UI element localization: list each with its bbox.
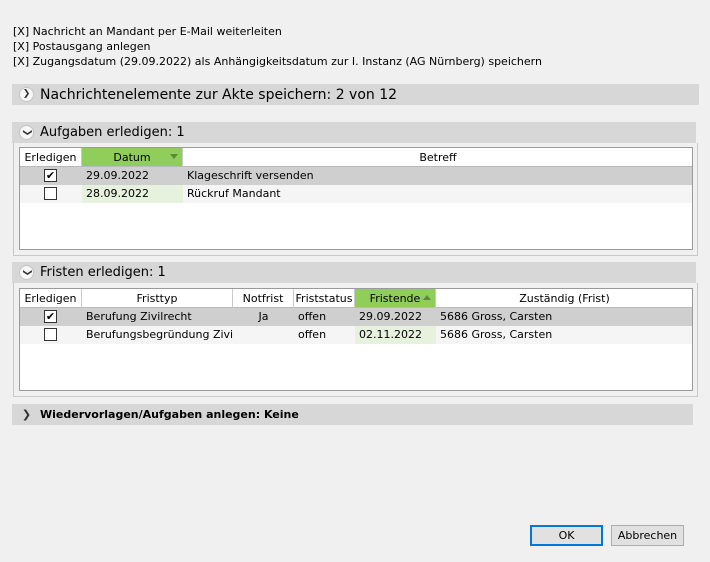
- info-line-postausgang: [X] Postausgang anlegen: [13, 40, 151, 53]
- chevron-right-icon[interactable]: ❯: [19, 407, 34, 422]
- datum-cell: 28.09.2022: [82, 185, 183, 203]
- table-row[interactable]: Berufungsbegründung Zivil... offen 02.11…: [20, 326, 692, 344]
- aufgaben-grid[interactable]: Erledigen Datum Betreff ✔ 29.09.2022 Kla…: [19, 147, 693, 250]
- aufgaben-panel: Erledigen Datum Betreff ✔ 29.09.2022 Kla…: [13, 143, 698, 256]
- erledigen-checkbox[interactable]: [44, 187, 57, 200]
- erledigen-checkbox[interactable]: ✔: [44, 310, 57, 323]
- checkmark-icon: ✔: [45, 169, 56, 182]
- erledigen-checkbox[interactable]: ✔: [44, 169, 57, 182]
- col-header-zustaendig[interactable]: Zuständig (Frist): [436, 289, 692, 308]
- col-header-fristende-label: Fristende: [369, 291, 421, 305]
- col-header-fristtyp[interactable]: Fristtyp: [82, 289, 233, 308]
- table-row[interactable]: ✔ Berufung Zivilrecht Ja offen 29.09.202…: [20, 308, 692, 326]
- section-wiedervorlagen-title: Wiedervorlagen/Aufgaben anlegen: Keine: [40, 408, 299, 421]
- fristende-cell: 29.09.2022: [355, 308, 436, 326]
- table-row[interactable]: 28.09.2022 Rückruf Mandant: [20, 185, 692, 203]
- chevron-down-icon[interactable]: ❯: [19, 125, 34, 140]
- erledigen-checkbox[interactable]: [44, 328, 57, 341]
- section-aufgaben-title: Aufgaben erledigen: 1: [40, 125, 185, 140]
- section-nachrichten-header[interactable]: ❯ Nachrichtenelemente zur Akte speichern…: [12, 84, 699, 105]
- chevron-right-icon[interactable]: ❯: [19, 87, 34, 102]
- col-header-erledigen[interactable]: Erledigen: [20, 289, 82, 308]
- fristtyp-cell: Berufungsbegründung Zivil...: [86, 328, 233, 341]
- info-line-email: [X] Nachricht an Mandant per E-Mail weit…: [13, 25, 282, 38]
- betreff-cell: Klageschrift versenden: [187, 169, 314, 182]
- section-fristen-header[interactable]: ❯ Fristen erledigen: 1: [12, 262, 696, 283]
- section-fristen-title: Fristen erledigen: 1: [40, 265, 166, 280]
- col-header-datum-label: Datum: [113, 150, 151, 164]
- notfrist-cell: Ja: [258, 310, 269, 323]
- betreff-cell: Rückruf Mandant: [187, 187, 281, 200]
- friststatus-cell: offen: [298, 328, 327, 341]
- datum-cell: 29.09.2022: [82, 167, 183, 185]
- notfrist-cell: [233, 326, 294, 344]
- cancel-button[interactable]: Abbrechen: [611, 525, 684, 546]
- col-header-friststatus[interactable]: Friststatus: [294, 289, 355, 308]
- fristtyp-cell: Berufung Zivilrecht: [86, 310, 192, 323]
- zustaendig-cell: 5686 Gross, Carsten: [440, 328, 553, 341]
- ok-button[interactable]: OK: [530, 525, 603, 546]
- fristen-grid[interactable]: Erledigen Fristtyp Notfrist Friststatus …: [19, 288, 693, 391]
- col-header-erledigen[interactable]: Erledigen: [20, 148, 82, 167]
- col-header-fristende[interactable]: Fristende: [355, 289, 436, 308]
- section-aufgaben-header[interactable]: ❯ Aufgaben erledigen: 1: [12, 122, 696, 143]
- col-header-datum[interactable]: Datum: [82, 148, 183, 167]
- table-row[interactable]: ✔ 29.09.2022 Klageschrift versenden: [20, 167, 692, 185]
- sort-desc-icon: [170, 154, 178, 159]
- col-header-betreff[interactable]: Betreff: [183, 148, 692, 167]
- section-nachrichten-title: Nachrichtenelemente zur Akte speichern: …: [40, 86, 398, 103]
- chevron-down-icon[interactable]: ❯: [19, 265, 34, 280]
- info-line-zugangsdatum: [X] Zugangsdatum (29.09.2022) als Anhäng…: [13, 55, 542, 68]
- col-header-notfrist[interactable]: Notfrist: [233, 289, 294, 308]
- checkmark-icon: ✔: [45, 310, 56, 323]
- section-wiedervorlagen-header[interactable]: ❯ Wiedervorlagen/Aufgaben anlegen: Keine: [12, 404, 693, 425]
- fristende-cell: 02.11.2022: [355, 326, 436, 344]
- fristen-panel: Erledigen Fristtyp Notfrist Friststatus …: [13, 283, 698, 397]
- zustaendig-cell: 5686 Gross, Carsten: [440, 310, 553, 323]
- sort-asc-icon: [423, 295, 431, 300]
- friststatus-cell: offen: [298, 310, 327, 323]
